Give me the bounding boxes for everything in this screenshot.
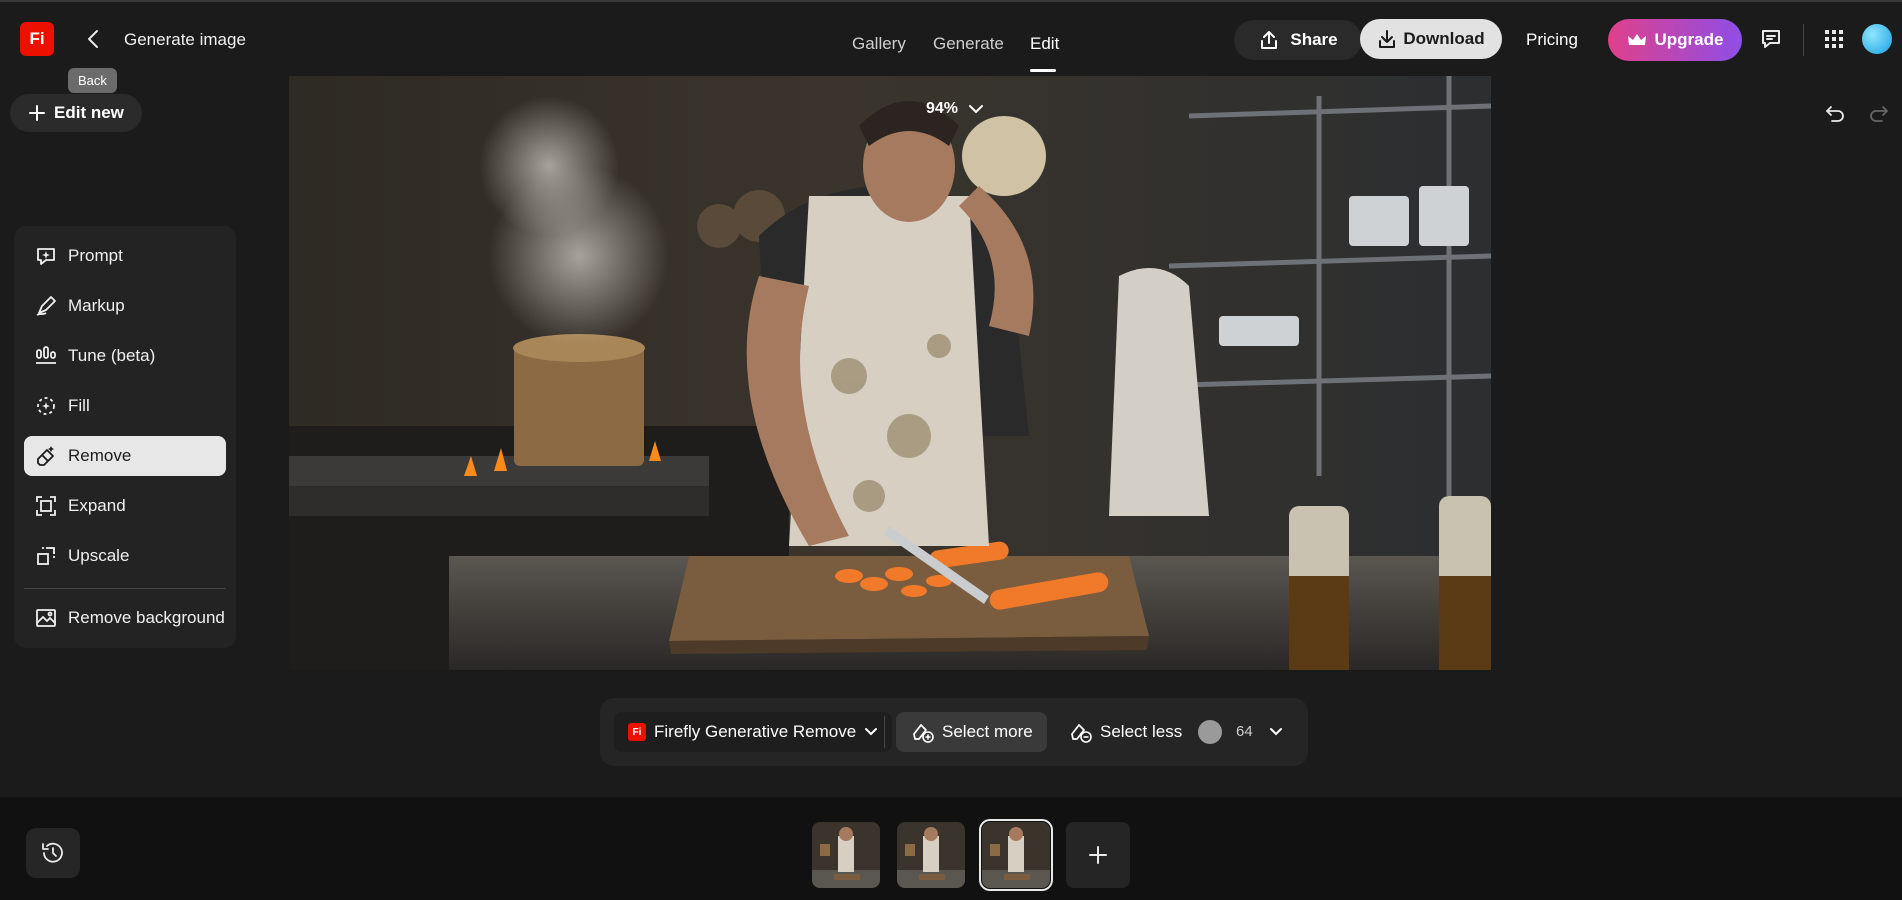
- tool-divider: [24, 588, 226, 589]
- tool-prompt[interactable]: Prompt: [24, 236, 226, 276]
- feedback-button[interactable]: [1756, 24, 1786, 54]
- upgrade-label: Upgrade: [1654, 30, 1724, 49]
- tool-label: Upscale: [68, 546, 130, 565]
- remove-icon: [37, 446, 54, 466]
- brush-size-value: 64: [1236, 723, 1253, 740]
- expand-icon: [36, 496, 56, 516]
- redo-button[interactable]: [1864, 98, 1894, 128]
- tool-panel: Prompt Markup Tune (beta) Fill Remove Ex…: [14, 226, 236, 648]
- select-less-icon: [1071, 724, 1092, 743]
- select-less-button[interactable]: Select less: [1056, 712, 1194, 752]
- tool-label: Remove background: [68, 608, 225, 627]
- fill-icon: [37, 397, 55, 415]
- select-more-icon: [913, 724, 934, 743]
- tab-gallery[interactable]: Gallery: [852, 34, 906, 54]
- share-button[interactable]: Share: [1234, 20, 1362, 60]
- crown-icon: [1627, 34, 1646, 45]
- tool-remove[interactable]: Remove: [24, 436, 226, 476]
- page-title: Generate image: [124, 30, 246, 49]
- chevron-down-icon: [969, 105, 984, 114]
- tab-edit[interactable]: Edit: [1030, 34, 1059, 54]
- toolbar-divider: [884, 716, 885, 748]
- tool-label: Fill: [68, 396, 90, 415]
- download-icon: [1379, 30, 1396, 48]
- upgrade-button[interactable]: Upgrade: [1608, 19, 1742, 61]
- variation-thumbnail[interactable]: [812, 822, 880, 888]
- thumbnail-image: [812, 822, 880, 888]
- back-tooltip: Back: [68, 68, 117, 93]
- variation-thumbnail-selected[interactable]: [979, 819, 1053, 891]
- share-label: Share: [1290, 30, 1338, 49]
- tool-label: Markup: [68, 296, 125, 315]
- history-icon: [42, 842, 63, 863]
- chevron-down-icon: [1270, 728, 1282, 736]
- remove-background-icon: [36, 609, 56, 627]
- tool-label: Expand: [68, 496, 126, 515]
- select-more-button[interactable]: Select more: [896, 712, 1047, 752]
- tool-label: Prompt: [68, 246, 123, 265]
- tool-label: Remove: [68, 446, 132, 465]
- top-bar: Fi Generate image Gallery Generate Edit …: [0, 0, 1902, 72]
- canvas-image[interactable]: [289, 76, 1491, 670]
- tool-fill[interactable]: Fill: [24, 386, 226, 426]
- undo-icon: [1826, 106, 1844, 122]
- chevron-left-icon: [88, 30, 98, 48]
- upscale-icon: [37, 547, 55, 565]
- model-select[interactable]: Fi Firefly Generative Remove: [614, 712, 893, 752]
- download-label: Download: [1403, 29, 1485, 48]
- select-more-label: Select more: [942, 722, 1033, 741]
- edit-new-label: Edit new: [54, 103, 124, 122]
- share-icon: [1261, 31, 1278, 49]
- add-variation-button[interactable]: [1066, 822, 1130, 888]
- history-button[interactable]: [26, 828, 80, 878]
- thumbnail-image: [982, 822, 1050, 888]
- pricing-link[interactable]: Pricing: [1526, 30, 1578, 50]
- tool-expand[interactable]: Expand: [24, 486, 226, 526]
- firefly-mini-logo: Fi: [628, 723, 646, 741]
- avatar[interactable]: [1862, 24, 1892, 54]
- redo-icon: [1870, 106, 1888, 122]
- edit-new-button[interactable]: Edit new: [10, 94, 142, 132]
- tool-tune[interactable]: Tune (beta): [24, 336, 226, 376]
- prompt-icon: [37, 248, 55, 265]
- tool-label: Tune (beta): [68, 346, 156, 365]
- tool-remove-background[interactable]: Remove background: [24, 598, 226, 638]
- chevron-down-icon: [865, 728, 878, 736]
- undo-button[interactable]: [1820, 98, 1850, 128]
- thumbnail-image: [897, 822, 965, 888]
- plus-icon: [29, 105, 45, 121]
- active-tab-indicator: [1030, 69, 1056, 72]
- plus-icon: [1089, 846, 1107, 864]
- tune-icon: [36, 346, 56, 364]
- download-button[interactable]: Download: [1360, 19, 1502, 59]
- app-grid-icon: [1825, 30, 1843, 48]
- tool-upscale[interactable]: Upscale: [24, 536, 226, 576]
- tab-generate[interactable]: Generate: [933, 34, 1004, 54]
- model-label: Firefly Generative Remove: [654, 722, 857, 741]
- tool-markup[interactable]: Markup: [24, 286, 226, 326]
- firefly-logo[interactable]: Fi: [20, 22, 54, 56]
- chat-icon: [1762, 30, 1780, 48]
- brush-size-dropdown[interactable]: [1264, 720, 1288, 744]
- header-divider: [1803, 24, 1804, 56]
- apps-button[interactable]: [1819, 24, 1849, 54]
- variation-thumbnail[interactable]: [897, 822, 965, 888]
- markup-icon: [36, 296, 56, 316]
- select-less-label: Select less: [1100, 722, 1183, 741]
- brush-size-indicator[interactable]: [1198, 720, 1222, 744]
- zoom-level: 94%: [926, 100, 959, 117]
- back-button[interactable]: [80, 24, 106, 54]
- kitchen-photo: [289, 76, 1491, 670]
- zoom-control[interactable]: 94%: [926, 100, 984, 118]
- remove-toolbar: Fi Firefly Generative Remove Select more…: [600, 698, 1308, 766]
